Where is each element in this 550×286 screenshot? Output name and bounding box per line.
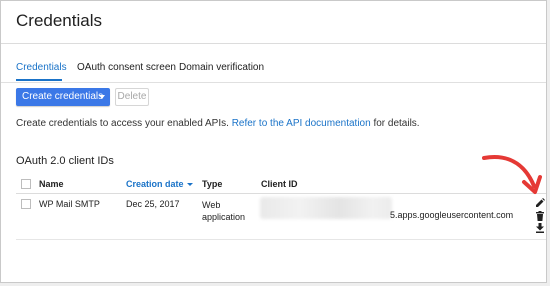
chevron-down-icon <box>99 95 105 99</box>
create-credentials-button[interactable]: Create credentials <box>16 88 110 106</box>
client-name[interactable]: WP Mail SMTP <box>39 199 100 209</box>
trash-icon[interactable] <box>535 211 545 221</box>
section-title: OAuth 2.0 client IDs <box>16 155 114 167</box>
download-icon[interactable] <box>535 223 545 233</box>
select-all-checkbox[interactable] <box>21 179 31 189</box>
title-bar: Credentials <box>1 1 546 44</box>
client-id-suffix: 5.apps.googleusercontent.com <box>390 210 514 220</box>
description-text: Create credentials to access your enable… <box>16 118 420 129</box>
column-header-creation-date[interactable]: Creation date <box>126 179 193 189</box>
tab-oauth-consent-screen[interactable]: OAuth consent screen <box>77 62 176 73</box>
page-title: Credentials <box>16 11 102 30</box>
sort-descending-icon <box>186 183 193 186</box>
header-divider <box>16 193 546 194</box>
column-header-type[interactable]: Type <box>202 179 222 189</box>
active-tab-indicator <box>16 79 62 81</box>
description-suffix: for details. <box>370 118 420 129</box>
client-type: Web application <box>202 200 246 222</box>
delete-button[interactable]: Delete <box>115 88 149 106</box>
column-header-name[interactable]: Name <box>39 179 64 189</box>
api-documentation-link[interactable]: Refer to the API documentation <box>232 118 371 129</box>
pencil-icon[interactable] <box>535 198 545 208</box>
tab-divider <box>1 82 546 83</box>
create-credentials-label: Create credentials <box>22 91 104 102</box>
credentials-panel: Credentials Credentials OAuth consent sc… <box>0 0 547 283</box>
row-divider <box>16 239 546 240</box>
creation-date-label: Creation date <box>126 179 184 189</box>
tab-credentials[interactable]: Credentials <box>16 62 67 73</box>
arrow-annotation <box>482 155 542 194</box>
column-header-client-id[interactable]: Client ID <box>261 179 298 189</box>
tab-domain-verification[interactable]: Domain verification <box>179 62 264 73</box>
description-prefix: Create credentials to access your enable… <box>16 118 232 129</box>
creation-date: Dec 25, 2017 <box>126 199 180 209</box>
row-checkbox[interactable] <box>21 199 31 209</box>
redacted-client-id <box>260 197 392 219</box>
